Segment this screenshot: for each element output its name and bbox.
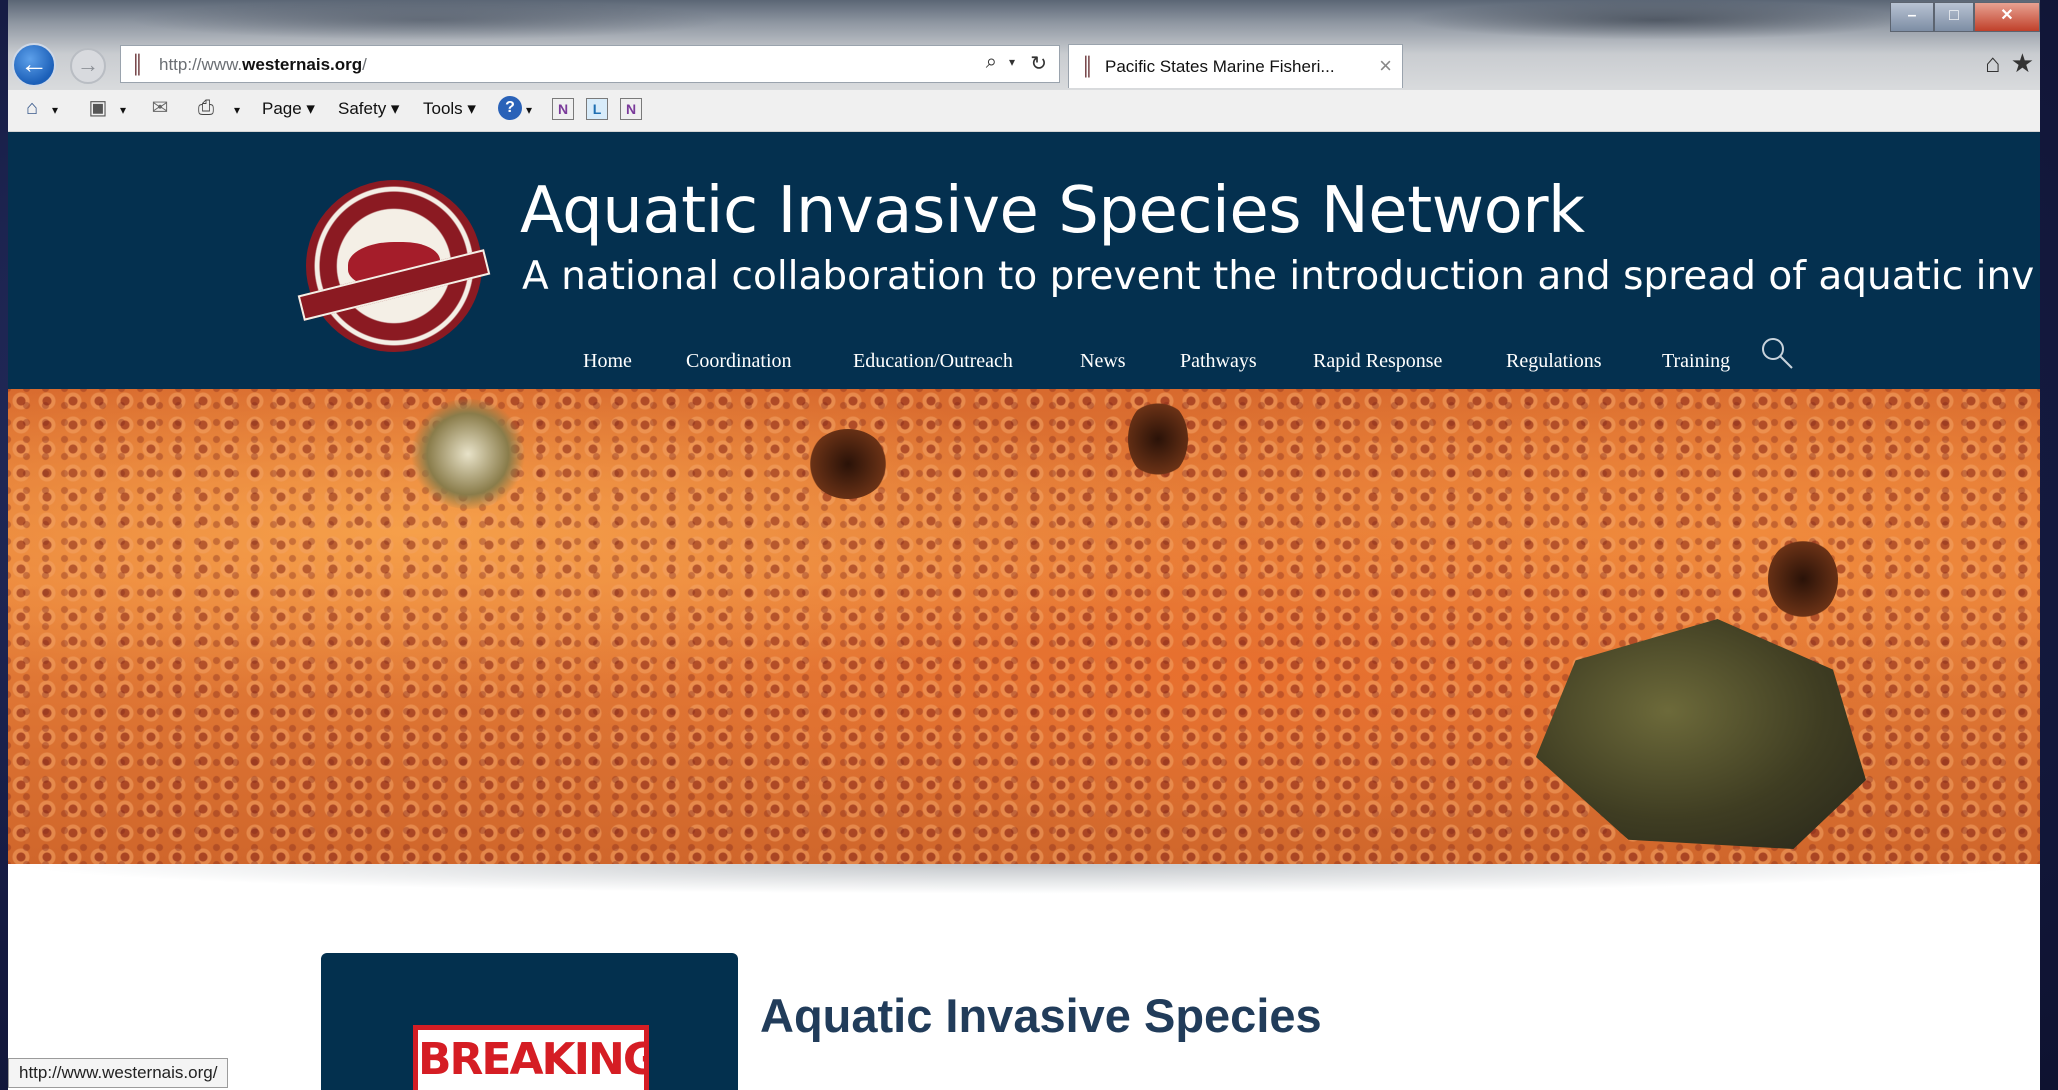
close-window-button[interactable]: ✕ (1974, 2, 2040, 32)
mail-icon[interactable]: ✉ (148, 96, 172, 120)
print-dropdown-icon[interactable]: ▾ (234, 103, 240, 117)
nav-rapid-response[interactable]: Rapid Response (1313, 350, 1442, 373)
hero-banner-image (8, 389, 2040, 864)
nav-news[interactable]: News (1080, 350, 1126, 373)
help-icon[interactable]: ? (498, 96, 522, 120)
hero-hole (808, 429, 888, 499)
help-dropdown-icon[interactable]: ▾ (526, 103, 532, 117)
lync-icon[interactable]: L (586, 98, 608, 120)
tools-menu[interactable]: Tools ▾ (423, 99, 476, 119)
forward-button[interactable]: → (70, 48, 106, 84)
tab-favicon-icon: ║ (1081, 56, 1094, 76)
breaking-news-badge: BREAKING (413, 1025, 649, 1090)
search-icon[interactable] (1760, 336, 1794, 370)
address-url[interactable]: http://www.westernais.org/ (159, 55, 367, 75)
tab-title[interactable]: Pacific States Marine Fisheri... (1105, 57, 1335, 77)
minimize-button[interactable]: – (1890, 2, 1934, 32)
site-favicon-icon: ║ (131, 54, 144, 74)
onenote-linked-icon[interactable]: N (620, 98, 642, 120)
main-content: BREAKING Aquatic Invasive Species (8, 864, 2040, 1090)
browser-tab[interactable]: ║ Pacific States Marine Fisheri... × (1068, 44, 1403, 88)
hero-hole (1128, 399, 1188, 479)
refresh-icon[interactable]: ↻ (1030, 51, 1047, 76)
browser-right-icons: ⌂ ★ (1975, 48, 2034, 79)
feeds-icon[interactable]: ▣ (86, 96, 110, 120)
address-search-icon[interactable]: ⌕ (986, 51, 997, 74)
favorites-star-icon[interactable]: ★ (2011, 48, 2034, 78)
nav-coordination[interactable]: Coordination (686, 350, 792, 373)
hero-hole (1768, 539, 1838, 619)
window-controls: – □ ✕ (1880, 0, 2040, 34)
breaking-news-card[interactable]: BREAKING (321, 953, 738, 1090)
feeds-dropdown-icon[interactable]: ▾ (120, 103, 126, 117)
home-dropdown-icon[interactable]: ▾ (52, 103, 58, 117)
safety-menu[interactable]: Safety ▾ (338, 99, 399, 119)
hero-tubeworm (408, 399, 528, 509)
home-icon[interactable]: ⌂ (20, 96, 44, 120)
home-icon[interactable]: ⌂ (1985, 48, 2001, 78)
browser-window: ← → ║ http://www.westernais.org/ ⌕ ▾ ↻ ║… (8, 0, 2040, 1090)
search-dropdown-icon[interactable]: ▾ (1009, 55, 1015, 69)
nav-pathways[interactable]: Pathways (1180, 350, 1257, 373)
page-menu[interactable]: Page ▾ (262, 99, 315, 119)
tab-close-icon[interactable]: × (1379, 53, 1392, 79)
nav-home[interactable]: Home (583, 350, 632, 373)
titlebar-glass (128, 0, 728, 40)
site-header: Aquatic Invasive Species Network A natio… (8, 132, 2040, 389)
print-icon[interactable]: ⎙ (194, 96, 218, 120)
status-bar: http://www.westernais.org/ (8, 1058, 229, 1088)
site-title[interactable]: Aquatic Invasive Species Network (520, 174, 1585, 248)
address-bar[interactable]: ║ http://www.westernais.org/ ⌕ ▾ ↻ (120, 45, 1060, 83)
onenote-icon[interactable]: N (552, 98, 574, 120)
nav-regulations[interactable]: Regulations (1506, 350, 1602, 373)
browser-titlebar: ← → ║ http://www.westernais.org/ ⌕ ▾ ↻ ║… (8, 0, 2040, 90)
command-bar: ⌂ ▾ ▣ ▾ ✉ ⎙ ▾ Page ▾ Safety ▾ Tools ▾ ? … (8, 90, 2040, 132)
nav-training[interactable]: Training (1662, 350, 1730, 373)
titlebar-glass (1408, 0, 1908, 40)
back-button[interactable]: ← (12, 43, 56, 87)
psmfc-logo[interactable] (297, 180, 491, 352)
nav-education-outreach[interactable]: Education/Outreach (853, 350, 1013, 373)
site-subtitle: A national collaboration to prevent the … (522, 254, 2035, 299)
content-heading: Aquatic Invasive Species (760, 989, 1322, 1042)
maximize-button[interactable]: □ (1934, 2, 1974, 32)
hero-shadow (8, 864, 2040, 894)
